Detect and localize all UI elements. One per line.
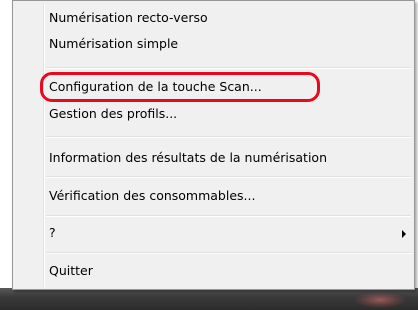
menu-separator <box>46 136 411 138</box>
context-menu: Numérisation recto-verso Numérisation si… <box>12 0 415 290</box>
menu-item-label: Numérisation simple <box>49 36 179 51</box>
menu-item-profile-management[interactable]: Gestion des profils... <box>15 103 412 125</box>
menu-item-label: Information des résultats de la numérisa… <box>49 150 327 165</box>
menu-item-label: ? <box>49 225 56 240</box>
menu-item-help[interactable]: ? <box>15 222 412 244</box>
taskbar-tray-glow <box>355 292 405 308</box>
menu-item-check-consumables[interactable]: Vérification des consommables... <box>15 185 412 207</box>
menu-item-label: Quitter <box>49 263 93 278</box>
menu-item-quit[interactable]: Quitter <box>15 260 412 282</box>
menu-separator <box>46 176 411 178</box>
taskbar <box>0 288 418 310</box>
menu-item-simplex-scan[interactable]: Numérisation simple <box>15 33 412 55</box>
menu-separator <box>46 252 411 254</box>
menu-item-label: Numérisation recto-verso <box>49 10 208 25</box>
menu-item-scan-results-info[interactable]: Information des résultats de la numérisa… <box>15 147 412 169</box>
menu-item-scan-button-settings[interactable]: Configuration de la touche Scan... <box>15 76 412 98</box>
menu-item-label: Vérification des consommables... <box>49 188 256 203</box>
menu-separator <box>46 215 411 217</box>
chevron-right-icon <box>402 230 406 238</box>
menu-item-duplex-scan[interactable]: Numérisation recto-verso <box>15 7 412 29</box>
menu-item-label: Configuration de la touche Scan... <box>49 79 262 94</box>
menu-item-label: Gestion des profils... <box>49 106 178 121</box>
menu-separator <box>46 67 411 69</box>
